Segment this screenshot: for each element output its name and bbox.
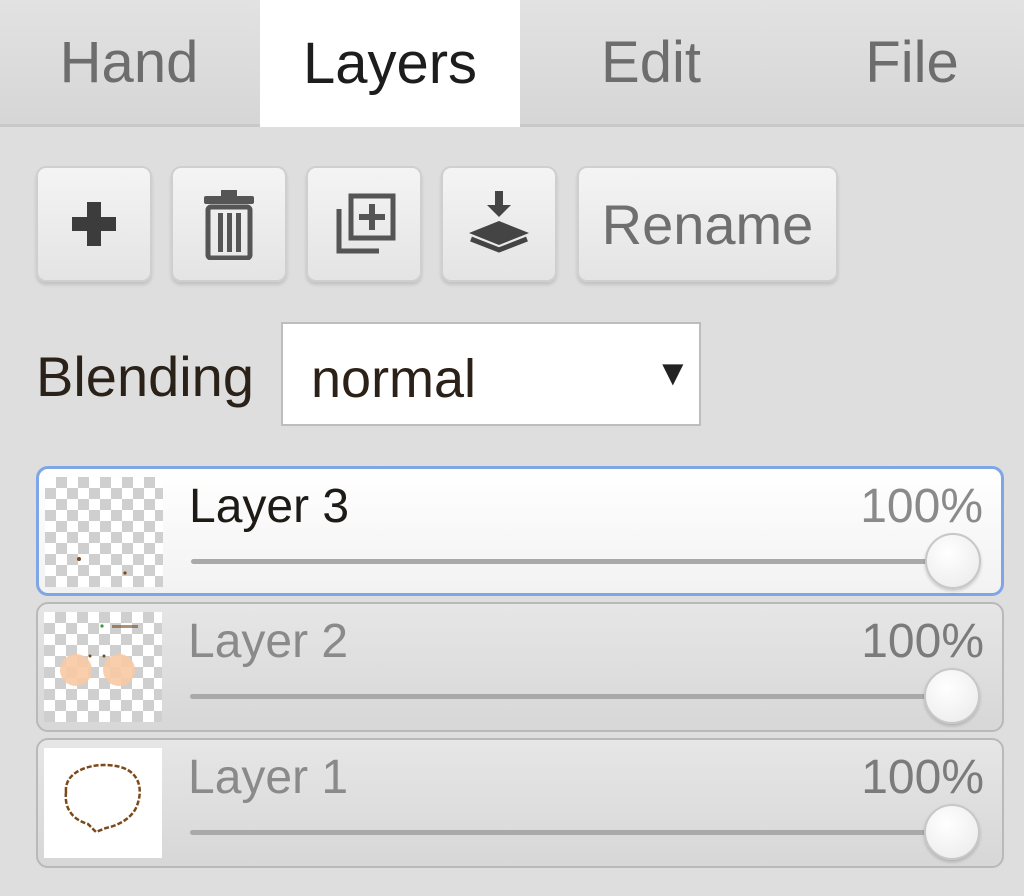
duplicate-layer-button[interactable] — [306, 166, 422, 282]
layer-opacity-value: 100% — [860, 480, 983, 533]
opacity-slider-track[interactable] — [190, 830, 960, 835]
layer-thumbnail — [45, 477, 163, 587]
plus-icon — [72, 202, 116, 246]
blending-value: normal — [311, 349, 477, 409]
merge-down-button[interactable] — [441, 166, 557, 282]
layer-thumbnail — [44, 612, 162, 722]
tab-hand[interactable]: Hand — [0, 0, 258, 124]
trash-icon — [204, 190, 254, 260]
layer-1-preview-icon — [64, 763, 141, 834]
opacity-slider-knob[interactable] — [924, 668, 980, 724]
layer-thumbnail — [44, 748, 162, 858]
opacity-slider-track[interactable] — [191, 559, 961, 564]
tab-layers[interactable]: Layers — [260, 0, 520, 127]
tab-bar: Hand Layers Edit File — [0, 0, 1024, 127]
opacity-slider-knob[interactable] — [925, 533, 981, 589]
delete-layer-button[interactable] — [171, 166, 287, 282]
opacity-slider-knob[interactable] — [924, 804, 980, 860]
tab-edit[interactable]: Edit — [522, 0, 780, 124]
layer-opacity-value: 100% — [861, 615, 984, 668]
layer-2-preview-icon — [60, 624, 138, 686]
layer-name: Layer 2 — [188, 615, 349, 668]
layer-3-preview-icon — [77, 557, 127, 575]
blending-label: Blending — [36, 345, 254, 408]
layer-row-2[interactable]: Layer 2 100% — [36, 602, 1004, 732]
blending-select[interactable]: normal ▼ — [281, 322, 701, 426]
rename-layer-button[interactable]: Rename — [577, 166, 838, 282]
chevron-down-icon: ▼ — [655, 352, 691, 393]
layer-name: Layer 3 — [189, 480, 350, 533]
layer-opacity-value: 100% — [861, 751, 984, 804]
layer-row-3[interactable]: Layer 3 100% — [36, 466, 1004, 596]
duplicate-layer-icon — [336, 193, 396, 254]
tab-file[interactable]: File — [782, 0, 1024, 124]
opacity-slider-track[interactable] — [190, 694, 960, 699]
layers-panel: Hand Layers Edit File Rename Blending no… — [0, 0, 1024, 896]
rename-label: Rename — [601, 192, 814, 256]
layer-row-1[interactable]: Layer 1 100% — [36, 738, 1004, 868]
merge-down-icon — [469, 191, 529, 253]
add-layer-button[interactable] — [36, 166, 152, 282]
layer-name: Layer 1 — [188, 751, 349, 804]
